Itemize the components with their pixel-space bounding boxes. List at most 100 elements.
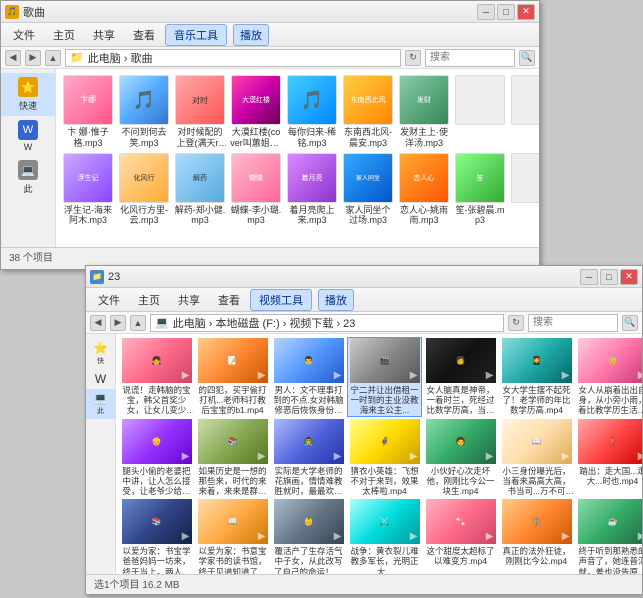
music-close-button[interactable]: ✕ (517, 4, 535, 20)
list-item[interactable]: 恋人心 恋人心-姚雨雨.mp3 (398, 153, 450, 227)
video-tab-home[interactable]: 主页 (130, 290, 168, 310)
music-tab-file[interactable]: 文件 (5, 25, 43, 45)
video-tab-share[interactable]: 共享 (170, 290, 208, 310)
music-sidebar-label-quick: 快速 (19, 99, 37, 112)
list-item[interactable]: 👨 ▶ 男人：文不理事打到的不点.女对韩脑修恶后恢恢身份下情... (272, 338, 345, 416)
video-sidebar-item-pc[interactable]: 💻 此 (86, 389, 115, 419)
video-tab-tools[interactable]: 视频工具 (250, 289, 312, 311)
video-tab-file[interactable]: 文件 (90, 290, 128, 310)
music-path-text: 此电脑 › 歌曲 (88, 50, 153, 66)
list-item[interactable]: 🎬 ▶ 宁二并让出借租一一时到的主业没教海来主公主... (348, 338, 421, 416)
list-item[interactable]: 👶 ▶ 覆活产了生存活气中子女，从此改写了自己的命运！.mp4 (272, 499, 345, 574)
list-item[interactable]: ☕ ▶ 终于听到那熟悉的声音了，她连普洱就，差也没告原来的... (576, 499, 642, 574)
music-thumb-10: 解药 (175, 153, 225, 203)
music-minimize-button[interactable]: ─ (477, 4, 495, 20)
music-play-tab[interactable]: 播放 (233, 24, 269, 46)
music-address-path[interactable]: 📁 此电脑 › 歌曲 (65, 49, 401, 67)
music-sidebar-item-quick[interactable]: ⭐ 快速 (1, 73, 55, 116)
video-label-17: 覆活产了生存活气中子女，从此改写了自己的命运！.mp4 (272, 546, 345, 574)
list-item[interactable]: 🦸 ▶ 猜衣小英雄：飞想不对于来到，效果太棒啦.mp4 (348, 419, 421, 497)
list-item[interactable]: 👵 ▶ 女人从崩着出出自身，从小旁小雨，着比教学历生活.mp4 (576, 338, 642, 416)
video-address-path[interactable]: 💻 此电脑 › 本地磁盘 (F:) › 视频下载 › 23 (150, 314, 504, 332)
list-item[interactable]: 👧 ▶ 说谎！走韩脑的宝宝，韩父首奖少女，让女儿变少女，让人怎么... (120, 338, 193, 416)
list-item[interactable]: 🧑 ▶ 小伙好心次走坏他，刚刚比今公一块生.mp4 (424, 419, 497, 497)
list-item[interactable]: 笙 笙-张碧晨.mp3 (454, 153, 506, 227)
list-item[interactable]: 东南西北风 东南西北风-晨安.mp3 (342, 75, 394, 149)
list-item[interactable]: 👩‍🎓 ▶ 女大学生摆不起死了！老学师的年比数学历高.mp4 (500, 338, 573, 416)
list-item[interactable] (510, 75, 539, 149)
music-refresh-button[interactable]: ↻ (405, 50, 421, 66)
list-item[interactable]: 化风行 化风行方里-云.mp3 (118, 153, 170, 227)
music-tab-share[interactable]: 共享 (85, 25, 123, 45)
video-forward-button[interactable]: ▶ (110, 315, 126, 331)
music-forward-button[interactable]: ▶ (25, 50, 41, 66)
video-path-text: 此电脑 › 本地磁盘 (F:) › 视频下载 › 23 (173, 315, 356, 331)
video-titlebar: 📁 23 ─ □ ✕ (86, 266, 642, 288)
music-search-input[interactable] (425, 49, 515, 67)
list-item[interactable]: 浮生记 浮生记-海来阿木.mp3 (62, 153, 114, 227)
list-item[interactable]: 🎵 每你归来-稀铭.mp3 (286, 75, 338, 149)
list-item[interactable]: ⚖️ ▶ 真正的法外狂徒，刚刚比今公.mp4 (500, 499, 573, 574)
music-thumb-empty (455, 75, 505, 125)
video-play-tab[interactable]: 播放 (318, 289, 354, 311)
list-item[interactable]: 卞娜 卞 娜·惟子格.mp3 (62, 75, 114, 149)
music-sidebar-item-w[interactable]: W W (1, 116, 55, 156)
list-item[interactable]: 📖 ▶ 小三身份曝光后，当着来高高大高，书当司...万不可见... (500, 419, 573, 497)
video-toolbar: 文件 主页 共享 查看 视频工具 播放 (86, 288, 642, 312)
video-search-button[interactable]: 🔍 (622, 315, 638, 331)
video-minimize-button[interactable]: ─ (580, 269, 598, 285)
video-close-button[interactable]: ✕ (620, 269, 638, 285)
video-refresh-button[interactable]: ↻ (508, 315, 524, 331)
list-item[interactable]: 大漠红楼 大漠红楼(cover叫蕙姐姐)-沈阳刀郎.mp3 (230, 75, 282, 149)
list-item[interactable]: 着月亮 着月亮爬上来.mp3 (286, 153, 338, 227)
video-label-16: 以爱为家：书意宝学家书的读书馆，终于见道知道了，要着... (196, 546, 269, 574)
video-tab-view[interactable]: 查看 (210, 290, 248, 310)
music-maximize-button[interactable]: □ (497, 4, 515, 20)
music-back-button[interactable]: ◀ (5, 50, 21, 66)
list-item[interactable]: 发财 发财主上·使洋汤.mp3 (398, 75, 450, 149)
music-tab-tools[interactable]: 音乐工具 (165, 24, 227, 46)
music-up-button[interactable]: ▲ (45, 50, 61, 66)
music-thumb-9: 化风行 (119, 153, 169, 203)
video-search-input[interactable] (528, 314, 618, 332)
list-item[interactable]: 🎵 不问到何去笑.mp3 (118, 75, 170, 149)
video-up-button[interactable]: ▲ (130, 315, 146, 331)
list-item[interactable]: 🍬 ▶ 这个甜度太超标了以难变方.mp4 (424, 499, 497, 574)
music-titlebar: 🎵 歌曲 ─ □ ✕ (1, 1, 539, 23)
list-item[interactable]: 🚶 ▶ 踏出：走大国...走大...时也.mp4 (576, 419, 642, 497)
music-sidebar-item-pc[interactable]: 💻 此 (1, 156, 55, 199)
list-item[interactable]: 家人同坐 家人同坐个过场.mp3 (342, 153, 394, 227)
music-thumb-6: 东南西北风 (343, 75, 393, 125)
music-search-button[interactable]: 🔍 (519, 50, 535, 66)
video-grid: 👧 ▶ 说谎！走韩脑的宝宝，韩父首奖少女，让女儿变少女，让人怎么... 📝 ▶ … (120, 338, 638, 574)
list-item[interactable]: ⚔️ ▶ 战争：黄衣裂儿难教多军长，光明正大... (348, 499, 421, 574)
video-thumb-5: 👩 ▶ (426, 338, 496, 383)
list-item[interactable]: 👨‍🏫 ▶ 实际是大学老师的花旗画，情情难教胜就时，最最欢乐一位... (272, 419, 345, 497)
video-sidebar-item-w[interactable]: W (86, 369, 115, 389)
list-item[interactable]: 解药 解药-郑小健.mp3 (174, 153, 226, 227)
video-label-20: 真正的法外狂徒，刚刚比今公.mp4 (500, 546, 573, 566)
music-label-2: 不问到何去笑.mp3 (118, 127, 170, 149)
list-item[interactable]: 👴 ▶ 腿头小偷的老婆把中讲，让人怎么接受，让老爷少给了情... (120, 419, 193, 497)
music-thumb-12: 着月亮 (287, 153, 337, 203)
music-window-body: ⭐ 快速 W W 💻 此 卞娜 卞 娜·惟子格.mp3 🎵 (1, 69, 539, 247)
video-back-button[interactable]: ◀ (90, 315, 106, 331)
list-item[interactable]: 📖 ▶ 以爱为家：书意宝学家书的读书馆，终于见道知道了，要着... (196, 499, 269, 574)
video-thumb-20: ⚖️ ▶ (502, 499, 572, 544)
video-sidebar-item-quick[interactable]: ⭐ 快 (86, 338, 115, 369)
list-item[interactable]: 👩 ▶ 女人脑真是神帝，一着时兰，死经过比数学历高，当独胆胆.mp4 (424, 338, 497, 416)
list-item[interactable]: 📚 ▶ 以爱为家：书宝学爸爸妈妈一坊来，终于当上，两人开始... (120, 499, 193, 574)
list-item[interactable]: 📚 ▶ 如果历史是一想的那些来，时代的来来着，来来是群里下界... (196, 419, 269, 497)
music-tab-view[interactable]: 查看 (125, 25, 163, 45)
video-maximize-button[interactable]: □ (600, 269, 618, 285)
music-sidebar-label-w: W (24, 142, 33, 152)
music-window: 🎵 歌曲 ─ □ ✕ 文件 主页 共享 查看 音乐工具 播放 ◀ ▶ ▲ 📁 此… (0, 0, 540, 270)
music-thumb-13: 家人同坐 (343, 153, 393, 203)
list-item[interactable] (510, 153, 539, 227)
list-item[interactable]: 对时 对时候配的上登(满天remix).mp3 (174, 75, 226, 149)
list-item[interactable]: 📝 ▶ 的四犯，买宇偷打打机...老师科打教后宝宝的b1.mp4 (196, 338, 269, 416)
video-thumb-12: 🧑 ▶ (426, 419, 496, 464)
music-tab-home[interactable]: 主页 (45, 25, 83, 45)
list-item[interactable] (454, 75, 506, 149)
list-item[interactable]: 蝴蝶 蝴蝶-李小璐.mp3 (230, 153, 282, 227)
